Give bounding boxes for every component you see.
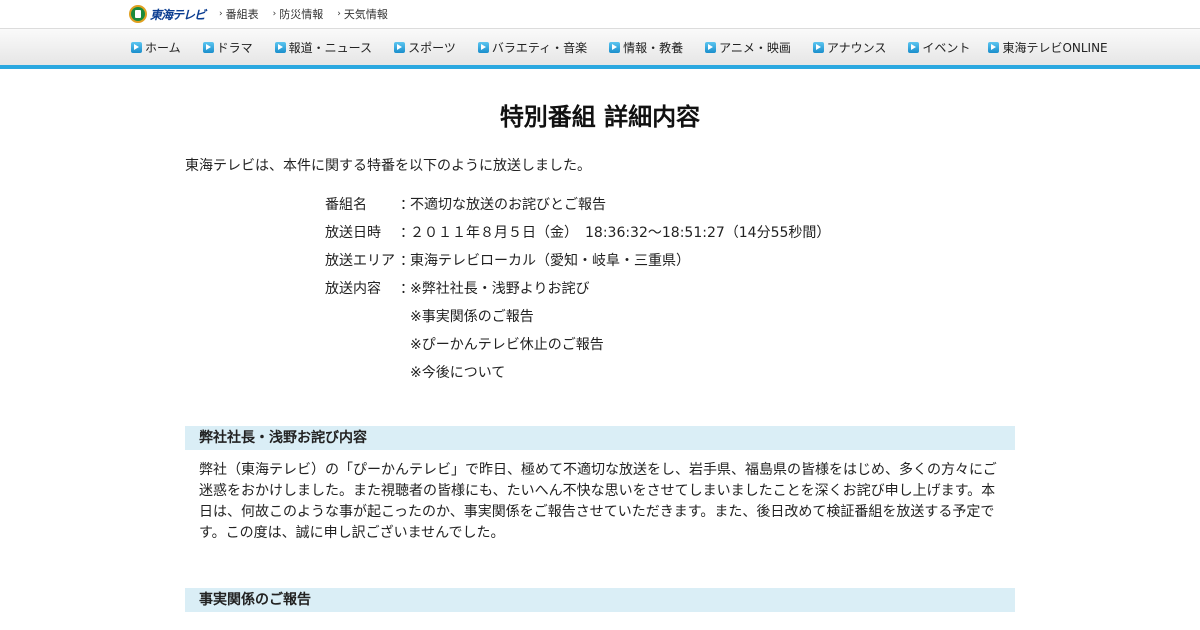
nav-item-info-culture[interactable]: 情報・教養: [609, 39, 683, 56]
arrow-right-icon: [812, 42, 824, 53]
arrow-right-icon: [274, 42, 286, 53]
list-item: ※事実関係のご報告: [410, 309, 534, 325]
arrow-right-icon: [705, 42, 717, 53]
section-heading: 弊社社長・浅野お詫び内容: [185, 426, 1015, 450]
util-link-disaster-info[interactable]: › 防災情報: [273, 6, 324, 22]
nav-item-variety-music[interactable]: バラエティ・音楽: [477, 39, 587, 56]
chevron-right-icon: ›: [337, 9, 341, 19]
arrow-right-icon: [908, 42, 920, 53]
arrow-right-icon: [394, 42, 406, 53]
nav-item-drama[interactable]: ドラマ: [202, 39, 253, 56]
detail-row-air-time: 放送日時 ： ２０１１年８月５日（金） 18:36:32～18:51:27（14…: [325, 225, 831, 241]
nav-item-sports[interactable]: スポーツ: [394, 39, 456, 56]
detail-row-area: 放送エリア ： 東海テレビローカル（愛知・岐阜・三重県）: [325, 253, 690, 269]
nav-item-announce[interactable]: アナウンス: [812, 39, 886, 56]
broadcast-details: 番組名 ： 不適切な放送のお詫びとご報告 放送日時 ： ２０１１年８月５日（金）…: [325, 195, 1015, 391]
arrow-right-icon: [202, 42, 214, 53]
page-title: 特別番組 詳細内容: [499, 103, 701, 131]
arrow-right-icon: [131, 42, 142, 53]
util-link-weather-info[interactable]: › 天気情報: [337, 6, 388, 22]
chevron-right-icon: ›: [219, 9, 223, 19]
main-nav: ホーム ドラマ 報道・ニュース スポーツ バラエティ・音楽 情報・教養 アニメ・…: [0, 29, 1200, 69]
util-link-program-guide[interactable]: › 番組表: [219, 6, 259, 22]
content-list: ※事実関係のご報告 ※ぴーかんテレビ休止のご報告 ※今後について: [410, 307, 1015, 391]
utility-bar: 東海テレビ › 番組表 › 防災情報 › 天気情報: [0, 0, 1200, 29]
arrow-right-icon: [609, 42, 621, 53]
section-heading: 事実関係のご報告: [185, 588, 1015, 612]
list-item: ※今後について: [410, 365, 506, 381]
detail-row-program-name: 番組名 ： 不適切な放送のお詫びとご報告: [325, 197, 606, 213]
detail-row-content: 放送内容 ： ※弊社社長・浅野よりお詫び: [325, 281, 590, 297]
nav-item-online[interactable]: 東海テレビONLINE: [988, 39, 1108, 56]
logo-icon: [129, 5, 147, 23]
nav-item-home[interactable]: ホーム: [131, 39, 181, 56]
arrow-right-icon: [477, 42, 489, 53]
intro-text: 東海テレビは、本件に関する特番を以下のように放送しました。: [185, 158, 591, 174]
nav-item-events[interactable]: イベント: [908, 39, 970, 56]
arrow-right-icon: [988, 42, 1000, 53]
nav-item-news[interactable]: 報道・ニュース: [274, 39, 372, 56]
section-facts: 事実関係のご報告: [185, 588, 1015, 612]
section-apology: 弊社社長・浅野お詫び内容 弊社（東海テレビ）の「ぴーかんテレビ」で昨日、極めて不…: [185, 426, 1015, 544]
logo-text: 東海テレビ: [150, 7, 206, 22]
list-item: ※ぴーかんテレビ休止のご報告: [410, 337, 604, 353]
site-logo[interactable]: 東海テレビ: [129, 5, 206, 23]
nav-item-anime-movies[interactable]: アニメ・映画: [705, 39, 791, 56]
section-body: 弊社（東海テレビ）の「ぴーかんテレビ」で昨日、極めて不適切な放送をし、岩手県、福…: [199, 462, 997, 541]
main-content: 特別番組 詳細内容 東海テレビは、本件に関する特番を以下のように放送しました。 …: [185, 68, 1015, 612]
chevron-right-icon: ›: [272, 9, 277, 19]
